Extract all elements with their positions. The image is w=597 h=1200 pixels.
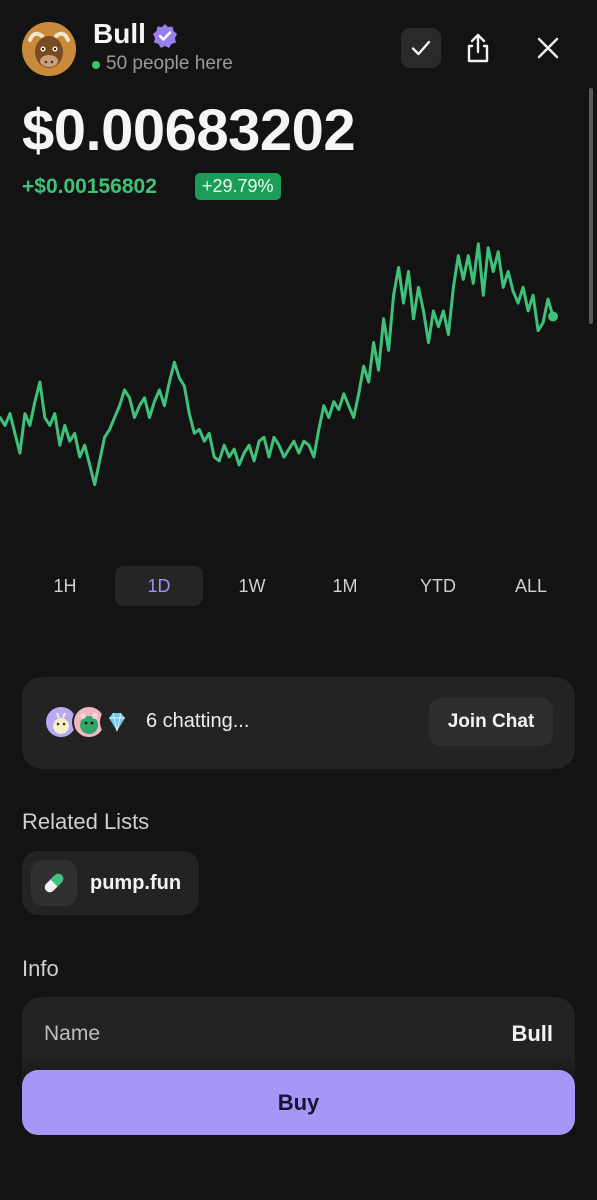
close-icon [537, 37, 559, 59]
range-1d[interactable]: 1D [115, 566, 203, 606]
online-indicator [92, 61, 100, 69]
info-title: Info [22, 956, 59, 981]
diamond-icon [100, 705, 134, 739]
chat-card[interactable]: 6 chatting... Join Chat [22, 677, 575, 769]
price-change-percent-badge: +29.79% [195, 173, 281, 200]
share-icon [467, 33, 489, 63]
chatting-status: 6 chatting... [146, 710, 250, 732]
join-chat-button[interactable]: Join Chat [429, 698, 553, 746]
close-button[interactable] [528, 28, 568, 68]
pill-icon [31, 860, 77, 906]
info-name-key: Name [44, 1022, 101, 1045]
time-range-selector: 1H 1D 1W 1M YTD ALL [0, 566, 597, 606]
range-1h[interactable]: 1H [21, 566, 109, 606]
range-ytd[interactable]: YTD [394, 566, 482, 606]
check-icon [411, 40, 431, 56]
price-chart[interactable] [0, 232, 597, 532]
related-list-label: pump.fun [90, 872, 182, 894]
price-change: +$0.00156802 [22, 175, 157, 198]
price-line [0, 242, 555, 487]
price-value: $0.00683202 [22, 98, 356, 163]
people-count: 50 people here [106, 53, 233, 74]
range-1w[interactable]: 1W [208, 566, 296, 606]
token-name: Bull [93, 18, 146, 49]
related-list-item-pump-fun[interactable]: pump.fun [22, 851, 199, 915]
range-all[interactable]: ALL [487, 566, 575, 606]
bull-avatar-icon [22, 22, 76, 76]
range-1m[interactable]: 1M [301, 566, 389, 606]
verified-badge-icon [152, 23, 178, 49]
check-button[interactable] [401, 28, 441, 68]
share-button[interactable] [458, 28, 498, 68]
header: Bull 50 people here [0, 0, 597, 90]
current-price-point [548, 311, 558, 322]
info-name-value: Bull [511, 1021, 553, 1046]
buy-button[interactable]: Buy [22, 1070, 575, 1135]
related-lists-title: Related Lists [22, 809, 150, 834]
